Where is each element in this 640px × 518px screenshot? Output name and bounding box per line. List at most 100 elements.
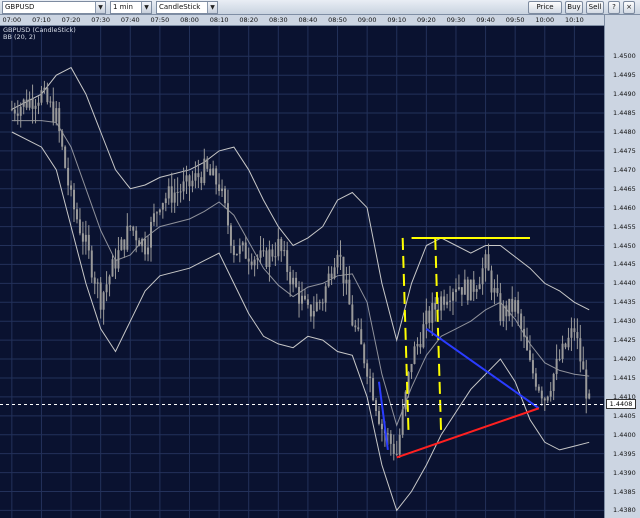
symbol-select[interactable]: GBPUSD ▼ xyxy=(2,1,106,14)
price-tick-label: 1.4425 xyxy=(613,336,636,345)
price-tick-label: 1.4495 xyxy=(613,71,636,80)
candle-body xyxy=(224,188,227,204)
candle-body xyxy=(173,192,176,203)
chart-style-select[interactable]: CandleStick ▼ xyxy=(156,1,218,14)
candle-body xyxy=(144,238,147,255)
candle-body xyxy=(422,324,425,348)
candle-body xyxy=(179,191,182,193)
candle-body xyxy=(502,305,505,322)
toolbar: GBPUSD ▼ 1 min ▼ CandleStick ▼ Price Box… xyxy=(0,0,640,22)
price-tick-label: 1.4475 xyxy=(613,146,636,155)
candle-body xyxy=(318,301,321,303)
candle-body xyxy=(232,245,235,255)
candle-body xyxy=(552,373,555,391)
time-tick-label: 07:30 xyxy=(91,16,111,24)
candle-body xyxy=(588,393,591,399)
candle-body xyxy=(212,168,215,176)
price-tick-label: 1.4500 xyxy=(613,52,636,61)
candle-body xyxy=(558,358,561,360)
candle-body xyxy=(283,250,286,252)
candle-body xyxy=(241,242,244,246)
candle-body xyxy=(16,113,19,116)
price-tick-label: 1.4485 xyxy=(613,109,636,118)
candle-body xyxy=(126,225,129,250)
price-tick-label: 1.4380 xyxy=(613,506,636,515)
candle-body xyxy=(268,249,271,268)
candle-body xyxy=(55,108,58,122)
chevron-down-icon[interactable]: ▼ xyxy=(141,2,151,13)
candle-body xyxy=(247,258,250,262)
candle-body xyxy=(534,373,537,387)
price-tick-label: 1.4480 xyxy=(613,127,636,136)
candle-body xyxy=(78,219,81,234)
candle-body xyxy=(523,328,526,337)
candle-body xyxy=(309,304,312,317)
candle-body xyxy=(401,409,404,435)
candle-body xyxy=(327,273,330,287)
candle-body xyxy=(564,343,567,348)
time-tick-label: 07:10 xyxy=(32,16,51,24)
interval-select[interactable]: 1 min ▼ xyxy=(110,1,152,14)
price-box-button[interactable]: Price Box xyxy=(528,1,562,22)
time-tick-label: 07:00 xyxy=(2,16,22,24)
candle-body xyxy=(221,188,224,192)
candle-body xyxy=(120,239,123,251)
time-axis: 07:00 07:10 07:20 07:30 07:40 07:50 08:00 08:10… xyxy=(0,15,604,26)
candle-body xyxy=(96,282,99,284)
candle-body xyxy=(528,350,531,361)
candle-body xyxy=(540,390,543,399)
price-axis: 1.4500 1.4495 1.4490 1.4485 1.4480 1.4475 1.44… xyxy=(604,15,640,518)
close-icon[interactable]: × xyxy=(623,1,635,14)
candle-body xyxy=(84,234,87,242)
candle-body xyxy=(111,259,114,277)
candle-body xyxy=(114,259,117,269)
candle-body xyxy=(99,282,102,310)
candle-body xyxy=(499,293,502,322)
candle-body xyxy=(585,369,588,399)
candle-body xyxy=(46,87,49,103)
candle-body xyxy=(34,105,37,109)
candle-body xyxy=(238,245,241,254)
candle-body xyxy=(229,225,232,246)
price-tick-label: 1.4430 xyxy=(613,317,636,326)
time-tick-label: 07:50 xyxy=(150,16,170,24)
candle-body xyxy=(369,376,372,378)
candle-body xyxy=(478,284,481,289)
chevron-down-icon[interactable]: ▼ xyxy=(207,2,217,13)
candle-body xyxy=(416,343,419,347)
candle-body xyxy=(549,390,552,397)
candle-body xyxy=(277,238,280,257)
time-tick-label: 08:00 xyxy=(180,16,199,24)
candle-body xyxy=(105,284,108,293)
candle-body xyxy=(454,289,457,293)
price-tick-label: 1.4460 xyxy=(613,203,636,212)
candle-body xyxy=(259,250,262,258)
chart-background xyxy=(0,26,604,518)
candle-body xyxy=(185,175,188,182)
candle-body xyxy=(419,343,422,348)
candle-body xyxy=(469,279,472,301)
candle-body xyxy=(158,209,161,213)
buy-button[interactable]: Buy xyxy=(565,1,583,14)
candle-body xyxy=(135,230,138,241)
candle-body xyxy=(567,337,570,348)
candle-body xyxy=(404,391,407,410)
time-tick-label: 08:20 xyxy=(239,16,259,24)
chevron-down-icon[interactable]: ▼ xyxy=(95,2,105,13)
candle-body xyxy=(194,173,197,181)
time-tick-label: 09:50 xyxy=(505,16,525,24)
time-tick-label: 09:00 xyxy=(357,16,377,24)
candle-body xyxy=(67,167,70,186)
candle-body xyxy=(345,279,348,284)
help-icon[interactable]: ? xyxy=(608,1,620,14)
time-tick-label: 08:40 xyxy=(298,16,318,24)
candle-body xyxy=(546,396,549,401)
price-tick-label: 1.4415 xyxy=(613,373,636,382)
sell-button[interactable]: Sell xyxy=(586,1,604,14)
candle-body xyxy=(150,221,152,248)
candle-body xyxy=(10,109,13,111)
chart-plot-area[interactable] xyxy=(0,26,604,518)
candle-body xyxy=(132,226,135,231)
candle-body xyxy=(274,256,277,258)
price-tick-label: 1.4390 xyxy=(613,468,636,477)
